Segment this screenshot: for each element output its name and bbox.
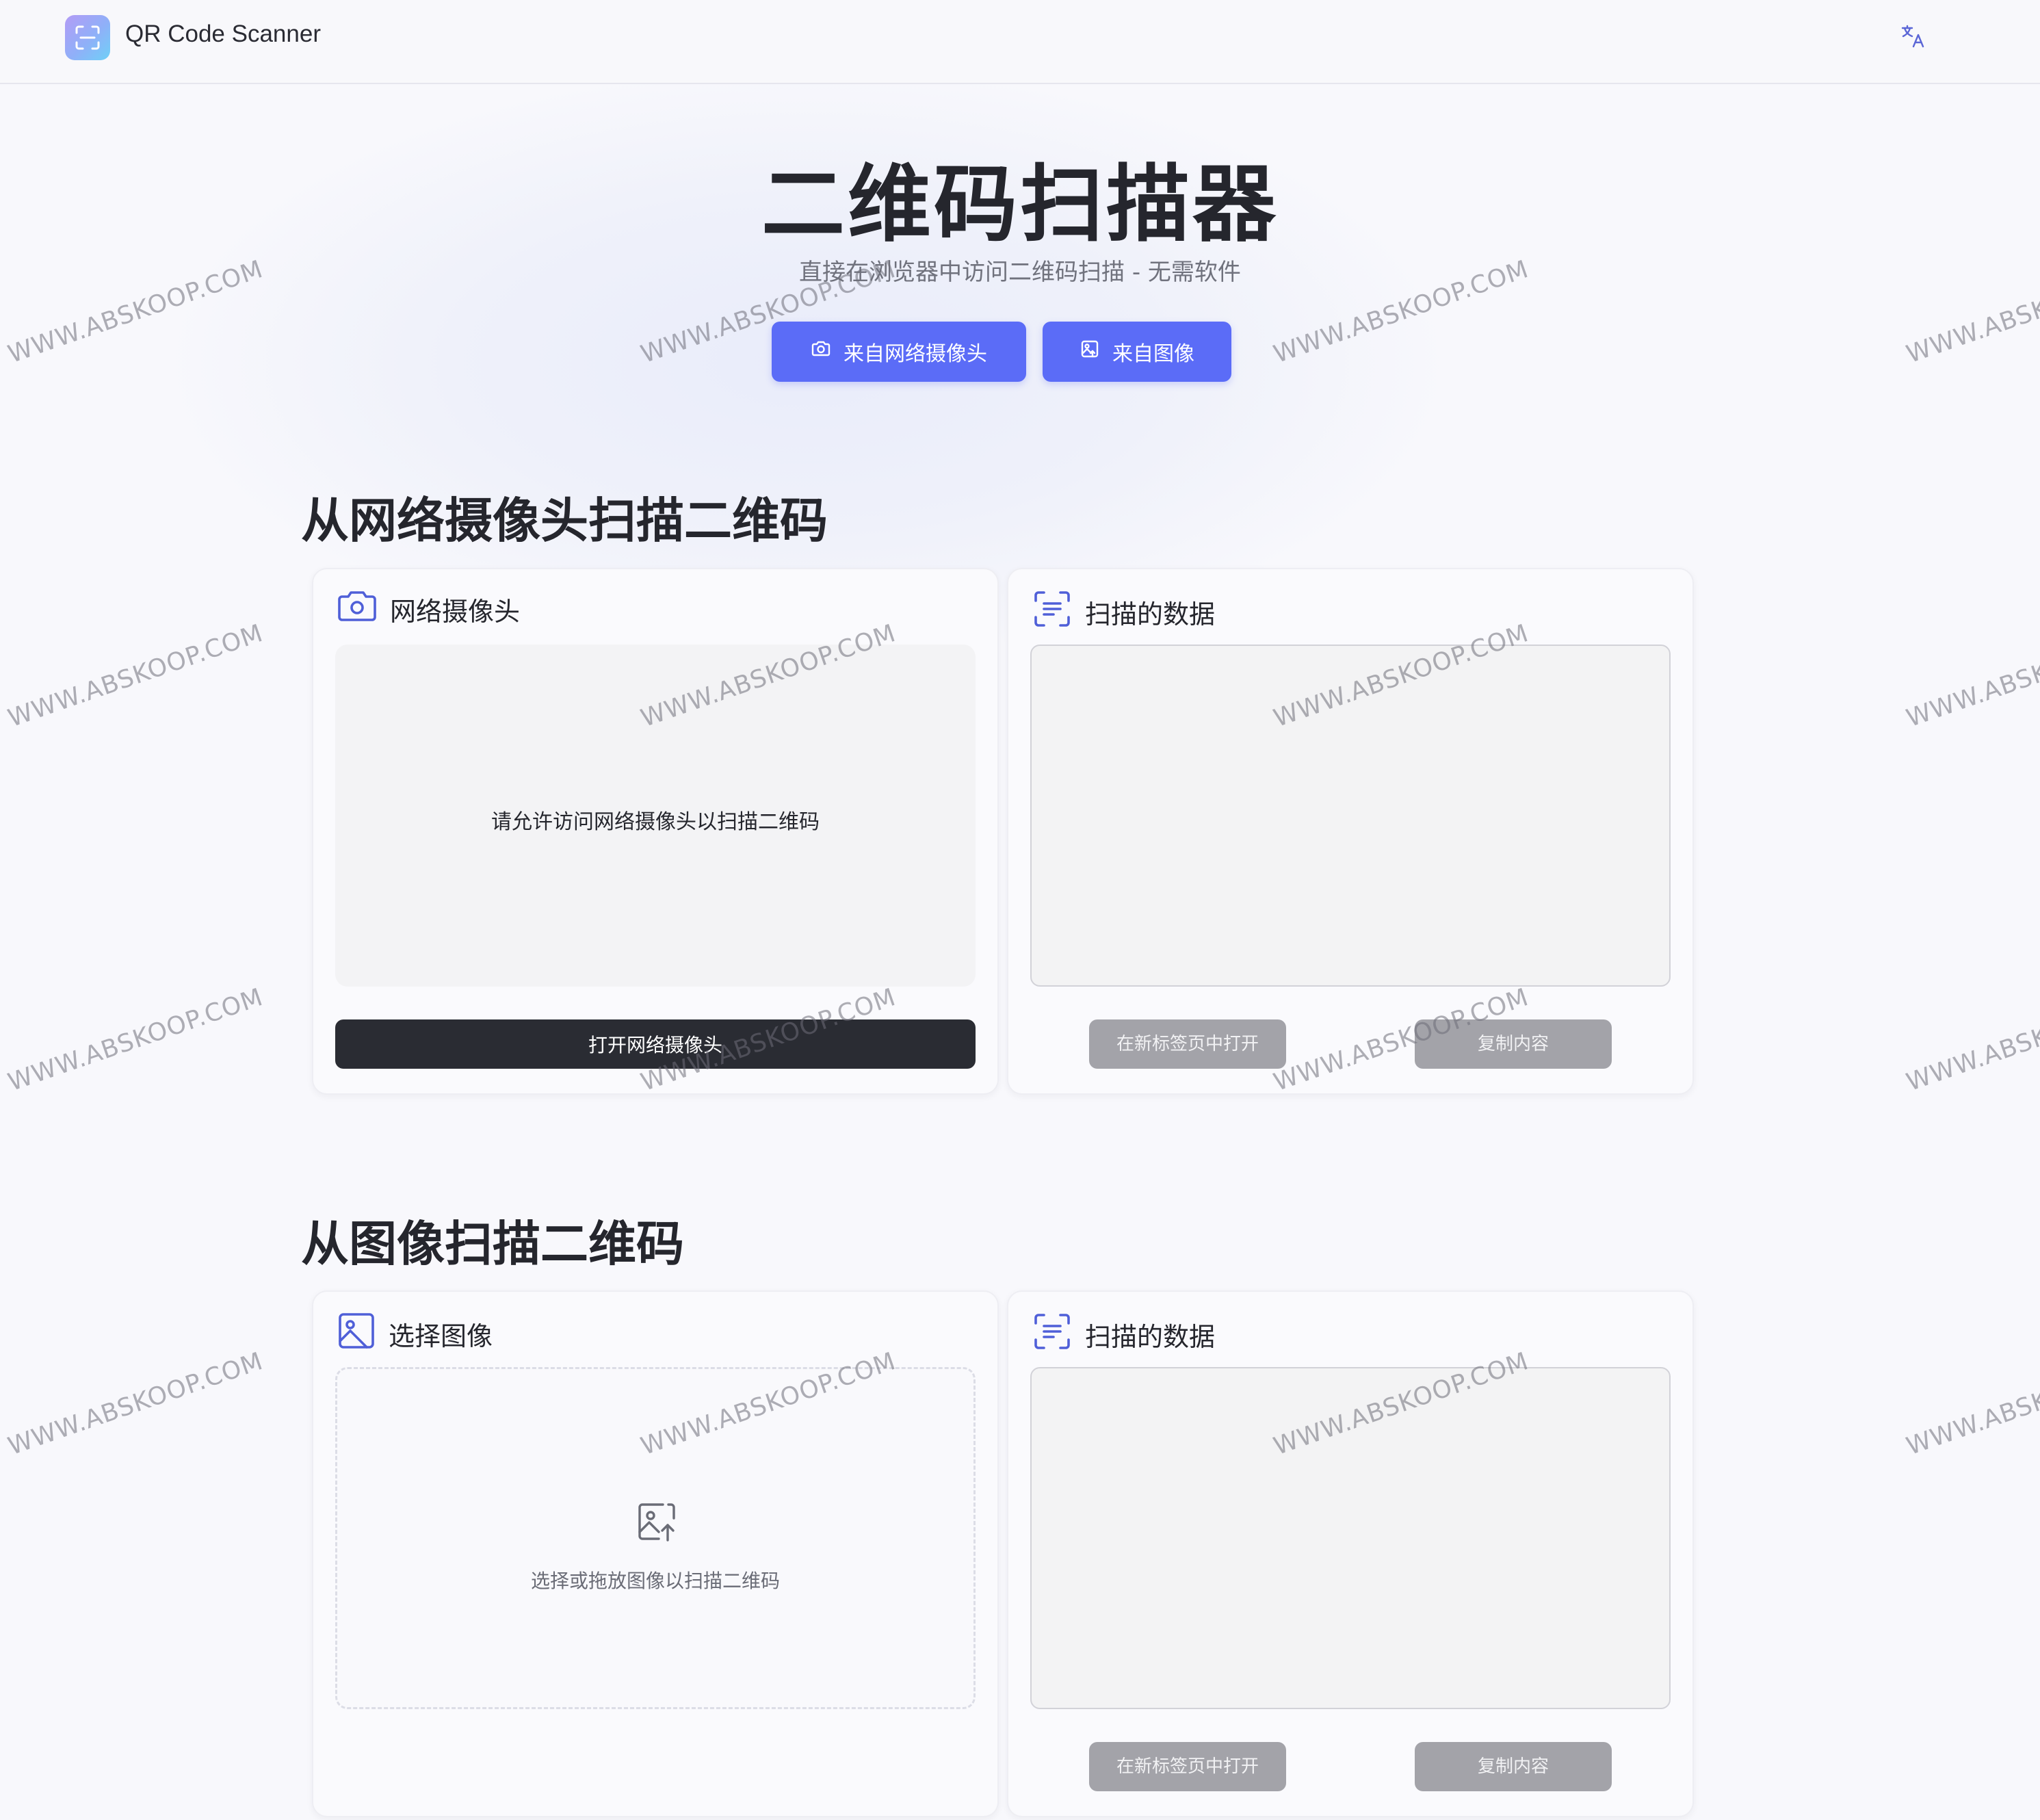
watermark-text: WWW.ABSKOOP.COM [1902, 619, 2040, 733]
camera-icon [337, 588, 378, 630]
scan-text-icon [1032, 588, 1073, 636]
page-subtitle: 直接在浏览器中访问二维码扫描 - 无需软件 [799, 259, 1241, 286]
open-webcam-button[interactable]: 打开网络摄像头 [335, 1019, 976, 1069]
from-image-button[interactable]: 来自图像 [1043, 322, 1231, 382]
image-icon [1080, 339, 1100, 365]
drop-zone-message: 选择或拖放图像以扫描二维码 [530, 1570, 780, 1592]
image-card: 选择图像 选择或拖放图像以扫描二维码 [312, 1290, 999, 1817]
watermark-text: WWW.ABSKOOP.COM [1902, 983, 2040, 1097]
copy-content-button[interactable]: 复制内容 [1415, 1019, 1612, 1069]
webcam-permission-message: 请允许访问网络摄像头以扫描二维码 [491, 810, 820, 834]
image-section-title: 从图像扫描二维码 [301, 1216, 684, 1272]
translate-icon[interactable] [1898, 22, 1928, 52]
from-webcam-button[interactable]: 来自网络摄像头 [772, 322, 1026, 382]
scanned-data-header: 扫描的数据 [1032, 588, 1215, 636]
page-title: 二维码扫描器 [761, 156, 1279, 253]
webcam-preview: 请允许访问网络摄像头以扫描二维码 [335, 645, 976, 987]
watermark-text: WWW.ABSKOOP.COM [4, 983, 267, 1097]
image-card-header: 选择图像 [337, 1311, 493, 1357]
scanned-data-heading: 扫描的数据 [1085, 599, 1216, 629]
from-webcam-label: 来自网络摄像头 [844, 342, 987, 366]
image-upload-icon [636, 1500, 678, 1546]
webcam-card-heading: 网络摄像头 [390, 597, 521, 627]
webcam-card-header: 网络摄像头 [337, 588, 520, 630]
scan-text-icon [1032, 1311, 1073, 1358]
app-title[interactable]: QR Code Scanner [125, 21, 321, 48]
webcam-scanned-data-card: 扫描的数据 在新标签页中打开 复制内容 [1007, 568, 1694, 1095]
scanned-data-textarea[interactable] [1030, 645, 1671, 987]
webcam-card: 网络摄像头 请允许访问网络摄像头以扫描二维码 打开网络摄像头 [312, 568, 999, 1095]
watermark-text: WWW.ABSKOOP.COM [4, 619, 267, 733]
scanned-data-textarea[interactable] [1030, 1367, 1671, 1709]
webcam-section-title: 从网络摄像头扫描二维码 [301, 493, 828, 549]
top-navigation-bar: QR Code Scanner [0, 0, 2040, 84]
qr-scan-icon[interactable] [65, 15, 110, 60]
image-scanned-data-card: 扫描的数据 在新标签页中打开 复制内容 [1007, 1290, 1694, 1817]
open-in-new-tab-button[interactable]: 在新标签页中打开 [1089, 1742, 1286, 1791]
open-in-new-tab-button[interactable]: 在新标签页中打开 [1089, 1019, 1286, 1069]
image-drop-zone[interactable]: 选择或拖放图像以扫描二维码 [335, 1367, 976, 1709]
watermark-text: WWW.ABSKOOP.COM [4, 1347, 267, 1461]
image-card-heading: 选择图像 [389, 1321, 493, 1351]
image-icon [337, 1311, 376, 1357]
scanned-data-header: 扫描的数据 [1032, 1311, 1215, 1358]
from-image-label: 来自图像 [1112, 342, 1194, 366]
watermark-text: WWW.ABSKOOP.COM [1902, 1347, 2040, 1461]
camera-icon [811, 339, 831, 365]
scanned-data-heading: 扫描的数据 [1085, 1322, 1216, 1352]
copy-content-button[interactable]: 复制内容 [1415, 1742, 1612, 1791]
